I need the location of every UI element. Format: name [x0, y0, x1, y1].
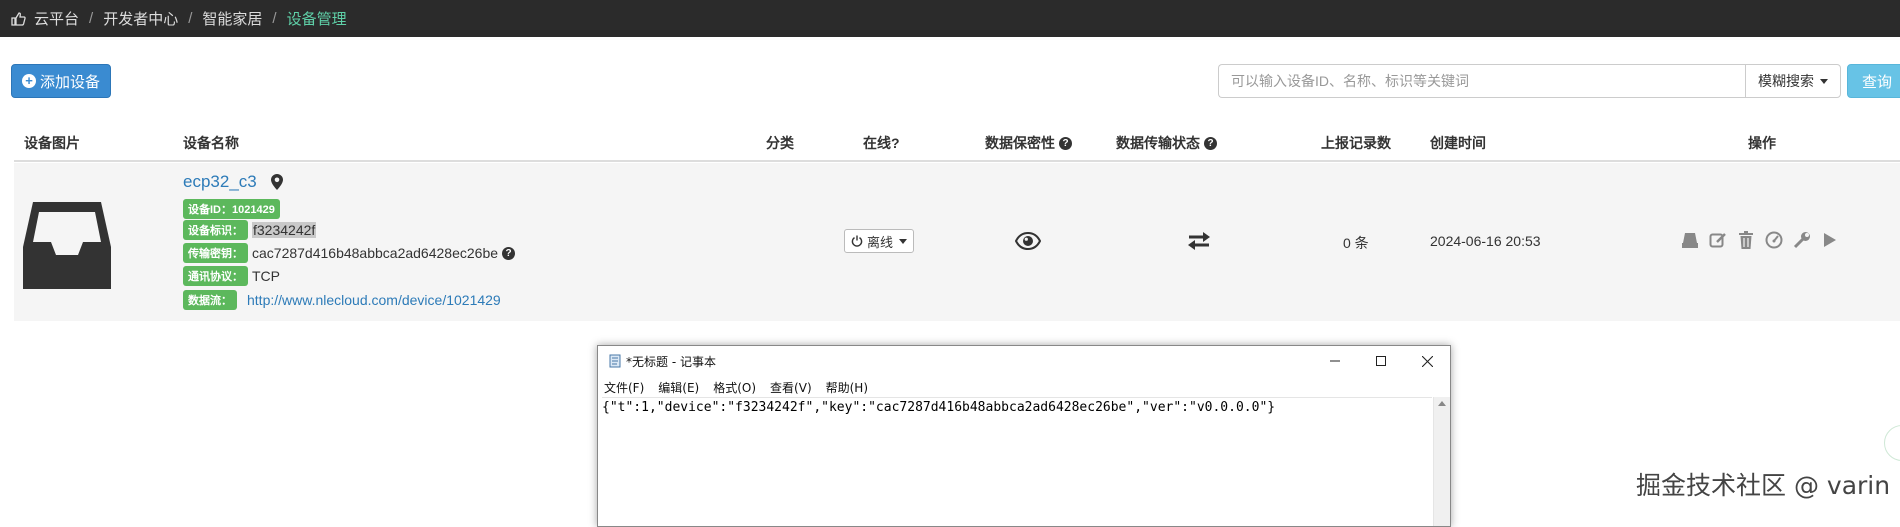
breadcrumb-separator: /: [89, 10, 94, 27]
inbox-icon: [23, 202, 111, 289]
edit-icon[interactable]: [1708, 230, 1728, 250]
device-url-tag: 数据流：: [183, 290, 237, 310]
col-privacy-label: 数据保密性: [985, 135, 1055, 151]
col-transfer: 数据传输状态 ?: [1116, 133, 1217, 153]
search-mode-dropdown[interactable]: 模糊搜索: [1745, 64, 1841, 98]
device-protocol-tag: 通讯协议：: [183, 266, 248, 286]
breadcrumb-separator: /: [188, 10, 193, 27]
search-input[interactable]: 可以输入设备ID、名称、标识等关键词: [1218, 64, 1745, 98]
action-icons: [1680, 230, 1840, 250]
map-marker-icon[interactable]: [270, 174, 283, 190]
device-url-link[interactable]: http://www.nlecloud.com/device/1021429: [247, 292, 501, 308]
notepad-text-area[interactable]: {"t":1,"device":"f3234242f","key":"cac72…: [602, 397, 1432, 526]
question-icon[interactable]: ?: [502, 246, 516, 260]
device-protocol-value: TCP: [252, 268, 280, 284]
col-created: 创建时间: [1430, 135, 1486, 151]
window-controls: [1312, 346, 1450, 376]
breadcrumb-bar: 云平台 / 开发者中心 / 智能家居 / 设备管理: [0, 0, 1900, 37]
col-name: 设备名称: [183, 135, 239, 151]
device-key-value: cac7287d416b48abbca2ad6428ec26be: [252, 245, 499, 261]
search-mode-label: 模糊搜索: [1758, 73, 1814, 89]
search-placeholder: 可以输入设备ID、名称、标识等关键词: [1231, 73, 1469, 89]
notepad-title: *无标题 - 记事本: [626, 354, 716, 369]
scroll-up-icon[interactable]: [1438, 401, 1446, 406]
close-icon: [1421, 355, 1433, 367]
device-key-tag: 传输密钥：: [183, 243, 248, 263]
menu-help[interactable]: 帮助(H): [826, 379, 868, 396]
play-icon[interactable]: [1820, 230, 1840, 250]
notepad-icon: [609, 354, 621, 368]
device-ident-tag: 设备标识：: [183, 220, 248, 240]
question-icon[interactable]: ?: [1204, 136, 1217, 150]
col-image: 设备图片: [24, 135, 80, 151]
gauge-icon[interactable]: [1764, 230, 1784, 250]
exchange-icon: [1188, 232, 1210, 250]
caret-down-icon: [1820, 78, 1828, 84]
vertical-scrollbar[interactable]: [1433, 397, 1450, 526]
add-device-label: 添加设备: [39, 73, 100, 91]
plus-circle-icon: +: [21, 74, 36, 88]
device-id-tag: 设备ID：1021429: [183, 199, 280, 219]
delete-icon[interactable]: [1736, 230, 1756, 250]
close-button[interactable]: [1404, 346, 1450, 376]
table-row: ecp32_c3 设备ID：1021429 设备标识： f3234242f 传输…: [14, 163, 1900, 321]
device-id-tag-label: 设备ID：: [188, 204, 232, 216]
maximize-button[interactable]: [1358, 346, 1404, 376]
device-info: ecp32_c3 设备ID：1021429 设备标识： f3234242f 传输…: [183, 171, 583, 321]
col-transfer-label: 数据传输状态: [1116, 135, 1200, 151]
col-records: 上报记录数: [1321, 135, 1391, 151]
col-category: 分类: [766, 135, 794, 151]
pointing-hand-icon: [11, 11, 26, 26]
breadcrumb-separator: /: [272, 10, 277, 27]
device-id-value: 1021429: [232, 204, 275, 216]
menu-view[interactable]: 查看(V): [770, 379, 812, 396]
eye-icon[interactable]: [1015, 232, 1041, 250]
online-status-dropdown[interactable]: 离线: [844, 229, 914, 253]
power-icon: [851, 235, 863, 247]
query-button[interactable]: 查询: [1847, 64, 1900, 98]
add-device-button[interactable]: + 添加设备: [11, 64, 111, 98]
breadcrumb-cloud[interactable]: 云平台: [34, 8, 79, 29]
watermark: 掘金技术社区 @ varin: [1636, 471, 1891, 500]
minimize-icon: [1330, 360, 1340, 362]
col-privacy: 数据保密性 ?: [985, 133, 1072, 153]
menu-file[interactable]: 文件(F): [604, 379, 644, 396]
notepad-window: *无标题 - 记事本 文件(F) 编辑(E) 格式(O) 查看(V) 帮助(H)…: [597, 345, 1451, 527]
breadcrumb-smarthome[interactable]: 智能家居: [202, 8, 262, 29]
caret-down-icon: [899, 238, 907, 244]
question-icon[interactable]: ?: [1059, 136, 1072, 150]
col-online: 在线?: [863, 135, 900, 151]
col-actions: 操作: [1748, 135, 1776, 151]
records-count: 0 条: [1343, 235, 1369, 251]
created-time: 2024-06-16 20:53: [1430, 233, 1541, 249]
online-status-label: 离线: [866, 234, 893, 250]
print-icon[interactable]: [1680, 230, 1700, 250]
device-name-link[interactable]: ecp32_c3: [183, 172, 257, 192]
minimize-button[interactable]: [1312, 346, 1358, 376]
maximize-icon: [1376, 356, 1386, 366]
notepad-menubar: 文件(F) 编辑(E) 格式(O) 查看(V) 帮助(H): [604, 379, 868, 396]
menu-format[interactable]: 格式(O): [713, 379, 756, 396]
menu-edit[interactable]: 编辑(E): [658, 379, 699, 396]
wrench-icon[interactable]: [1792, 230, 1812, 250]
breadcrumb-developer[interactable]: 开发者中心: [103, 8, 178, 29]
query-label: 查询: [1862, 73, 1893, 91]
breadcrumb-current: 设备管理: [286, 11, 347, 28]
side-float-button[interactable]: [1884, 425, 1900, 461]
table-header: 设备图片 设备名称 分类 在线? 数据保密性 ? 数据传输状态 ? 上报记录数 …: [14, 126, 1900, 162]
device-ident-value: f3234242f: [252, 222, 317, 238]
